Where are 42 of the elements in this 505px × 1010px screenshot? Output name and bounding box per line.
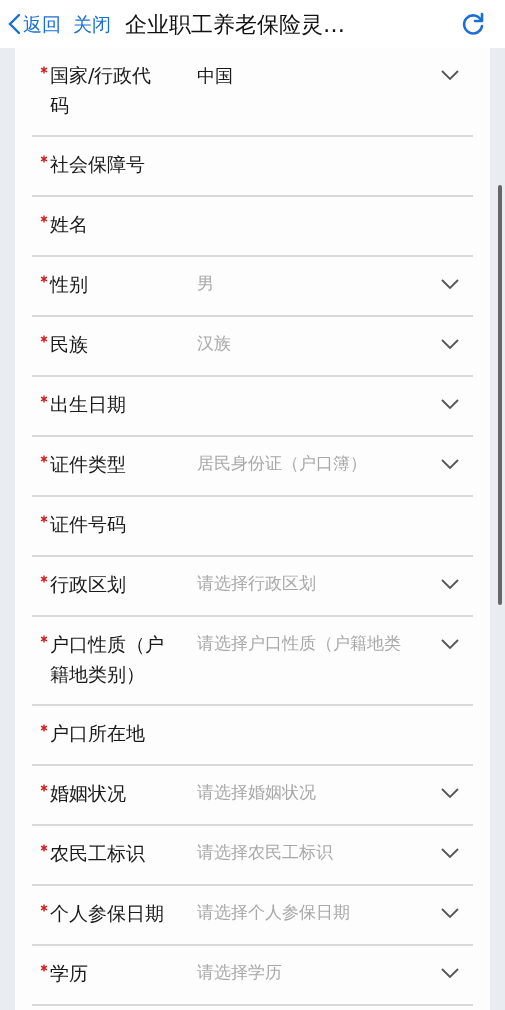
page-title: 企业职工养老保险灵…: [125, 10, 345, 39]
field-placeholder[interactable]: 男: [197, 271, 214, 297]
field-placeholder[interactable]: 请选择户口性质（户籍地类: [197, 631, 401, 657]
chevron-down-icon[interactable]: [441, 459, 459, 469]
back-button[interactable]: 返回: [8, 9, 61, 39]
field-label: 农民工标识: [50, 841, 146, 866]
field-label: 婚姻状况: [50, 781, 127, 806]
field-label: 行政区划: [50, 572, 127, 597]
field-label: 出生日期: [50, 392, 127, 417]
field-placeholder[interactable]: 请选择农民工标识: [197, 840, 333, 866]
refresh-icon[interactable]: [461, 12, 485, 36]
back-icon: [8, 13, 21, 35]
field-placeholder[interactable]: 请选择个人参保日期: [197, 900, 350, 926]
field-label: 户口所在地: [50, 721, 146, 746]
chevron-down-icon[interactable]: [441, 968, 459, 978]
field-label: 证件号码: [50, 512, 127, 537]
field-placeholder[interactable]: 请选择行政区划: [197, 571, 316, 597]
field-label: 户口性质（户籍地类别）: [50, 632, 165, 687]
chevron-down-icon[interactable]: [441, 579, 459, 589]
field-label: 民族: [50, 332, 89, 357]
field-label: 姓名: [50, 212, 89, 237]
field-placeholder[interactable]: 请选择学历: [197, 960, 282, 986]
chevron-down-icon[interactable]: [441, 279, 459, 289]
chevron-down-icon[interactable]: [441, 639, 459, 649]
field-placeholder[interactable]: 请选择婚姻状况: [197, 780, 316, 806]
field-placeholder[interactable]: 居民身份证（户口簿）: [197, 451, 367, 477]
chevron-down-icon[interactable]: [441, 399, 459, 409]
field-placeholder[interactable]: 汉族: [197, 331, 231, 357]
chevron-down-icon[interactable]: [441, 70, 459, 80]
field-label: 个人参保日期: [50, 901, 165, 926]
scrollbar[interactable]: [498, 185, 502, 605]
field-label: 学历: [50, 961, 89, 986]
field-label: 证件类型: [50, 452, 127, 477]
field-label: 社会保障号: [50, 152, 146, 177]
chevron-down-icon[interactable]: [441, 788, 459, 798]
field-value[interactable]: 中国: [197, 61, 233, 89]
chevron-down-icon[interactable]: [441, 908, 459, 918]
chevron-down-icon[interactable]: [441, 339, 459, 349]
field-label: 国家/行政代码: [50, 63, 153, 118]
chevron-down-icon[interactable]: [441, 848, 459, 858]
field-label: 性别: [50, 272, 89, 297]
close-button[interactable]: 关闭: [73, 9, 111, 39]
